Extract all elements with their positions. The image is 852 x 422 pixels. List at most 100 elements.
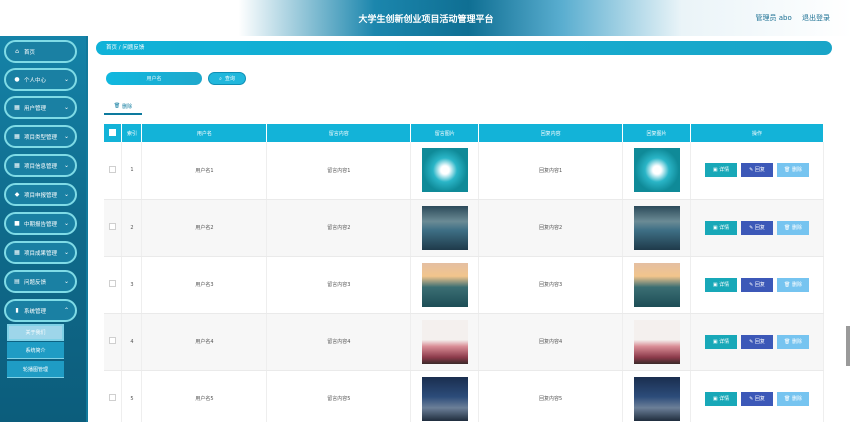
logout-link[interactable]: 退出登录 [802,14,830,22]
user-area: 管理员 abo 退出登录 [748,13,830,23]
row-checkbox[interactable] [109,280,117,287]
sidebar-subitem-about-us[interactable]: 关于我们 [7,324,64,341]
reply-button[interactable]: ✎ 回复 [741,334,774,349]
reply-button[interactable]: ✎ 回复 [741,391,774,406]
trash-icon: 🗑 [113,103,121,109]
reply-cell: 回复内容3 [478,256,624,314]
reply-cell: 回复内容4 [478,313,624,371]
content-cell: 留言内容1 [266,142,412,200]
select-all-cell [104,124,123,142]
column-header: 操作 [690,124,824,142]
sidebar-item-project-info[interactable]: ▦ 项目信息管理 ⌄ [4,154,77,177]
row-checkbox[interactable] [109,394,117,401]
column-header: 索引 [121,124,143,142]
detail-button-label: 详情 [719,338,730,345]
top-bar: 大学生创新创业项目活动管理平台 管理员 abo 退出登录 [0,0,852,36]
message-image [421,319,468,364]
sidebar-item-personal-center[interactable]: ● 个人中心 ⌄ [4,68,77,91]
sidebar-item-project-application[interactable]: ◆ 项目申报管理 ⌄ [4,183,77,206]
user-label: 管理员 abo [755,14,792,22]
row-checkbox[interactable] [109,337,117,344]
username-cell: 用户名4 [141,313,268,371]
reply-image [633,376,680,421]
index-cell: 1 [121,142,143,200]
reply-image [633,319,680,364]
search-input[interactable] [106,72,202,85]
sidebar-item-feedback[interactable]: ▤ 问题反馈 ⌄ [4,270,77,293]
sidebar: ⌂ 首页 ● 个人中心 ⌄ ▦ 用户管理 ⌄ ▦ 项目类型管理 ⌄ ▦ 项目信息… [0,36,86,422]
scrollbar[interactable] [846,326,850,366]
table-row: 4 用户名4 留言内容4 回复内容4 ▣ 详情 ✎ 回复 🗑 删除 [104,313,824,371]
reply-button-label: 回复 [754,395,765,402]
grid-icon: ▦ [14,132,20,140]
delete-button[interactable]: 🗑 删除 [777,277,810,292]
detail-button[interactable]: ▣ 详情 [705,391,738,406]
chevron-down-icon: ⌄ [63,162,69,169]
delete-button[interactable]: 🗑 删除 [777,391,810,406]
chevron-down-icon: ⌄ [63,104,69,111]
search-button-label: 查询 [224,76,235,82]
username-cell: 用户名5 [141,370,268,422]
reply-button[interactable]: ✎ 回复 [741,163,774,178]
chevron-down-icon: ⌄ [63,191,69,198]
column-header: 留言内容 [266,124,412,142]
sidebar-item-project-results[interactable]: ▦ 项目成果管理 ⌄ [4,241,77,264]
table-header-row: 索引 用户名 留言内容 留言图片 回复内容 回复图片 操作 [104,124,824,142]
sidebar-item-label: 中期报告管理 [24,221,58,228]
batch-delete-button[interactable]: 🗑 删除 [104,99,142,115]
home-icon: ⌂ [15,47,19,55]
delete-button-label: 删除 [791,281,802,288]
content-cell: 留言内容5 [266,370,412,422]
sidebar-subitem-label: 系统简介 [25,347,46,354]
username-cell: 用户名1 [141,142,268,200]
column-header: 回复内容 [478,124,624,142]
main-content: 首页 / 问题反馈 ⌕ 查询 🗑 删除 索引 用户名 留言内容 留言图片 回复内… [88,36,850,422]
username-cell: 用户名2 [141,199,268,257]
sidebar-item-project-type[interactable]: ▦ 项目类型管理 ⌄ [4,125,77,148]
delete-button-label: 删除 [791,224,802,231]
reply-button-label: 回复 [754,224,765,231]
sidebar-item-label: 项目成果管理 [24,250,58,257]
chevron-up-icon: ⌃ [63,307,69,314]
sidebar-item-label: 项目信息管理 [24,163,58,170]
select-all-checkbox[interactable] [109,128,117,136]
index-cell: 4 [121,313,143,371]
bar-chart-icon: ▮ [15,306,19,314]
message-image [421,376,468,421]
delete-button[interactable]: 🗑 删除 [777,163,810,178]
detail-button-label: 详情 [719,281,730,288]
detail-button-label: 详情 [719,167,730,174]
sidebar-subitem-system-intro[interactable]: 系统简介 [7,342,64,359]
message-image [421,262,468,307]
chevron-down-icon: ⌄ [63,278,69,285]
content-cell: 留言内容4 [266,313,412,371]
row-checkbox[interactable] [109,165,117,173]
delete-button[interactable]: 🗑 删除 [777,334,810,349]
table-row: 5 用户名5 留言内容5 回复内容5 ▣ 详情 ✎ 回复 🗑 删除 [104,370,824,422]
detail-button[interactable]: ▣ 详情 [705,220,738,235]
delete-button[interactable]: 🗑 删除 [777,220,810,235]
sidebar-item-home[interactable]: ⌂ 首页 [4,40,77,63]
detail-button[interactable]: ▣ 详情 [705,277,738,292]
grid-icon: ▦ [14,161,20,169]
reply-button-label: 回复 [754,338,765,345]
sidebar-item-label: 个人中心 [24,77,47,84]
reply-button[interactable]: ✎ 回复 [741,220,774,235]
batch-delete-label: 删除 [122,103,133,110]
reply-image [633,148,680,193]
user-icon: ● [14,75,20,83]
chevron-down-icon: ⌄ [63,133,69,140]
sidebar-subitem-label: 关于我们 [25,330,46,336]
sidebar-item-midterm-report[interactable]: ■ 中期报告管理 ⌄ [4,212,77,235]
table-row: 1 用户名1 留言内容1 回复内容1 ▣ 详情 ✎ 回复 🗑 删除 [104,142,824,200]
column-header: 留言图片 [410,124,480,142]
sidebar-item-system-management[interactable]: ▮ 系统管理 ⌃ [4,299,77,322]
detail-button[interactable]: ▣ 详情 [705,163,738,178]
sidebar-subitem-carousel-management[interactable]: 轮播图管理 [7,361,64,378]
row-checkbox[interactable] [109,223,117,230]
doc-icon: ▤ [14,277,20,285]
reply-button[interactable]: ✎ 回复 [741,277,774,292]
detail-button[interactable]: ▣ 详情 [705,334,738,349]
search-button[interactable]: ⌕ 查询 [208,72,246,85]
sidebar-item-user-management[interactable]: ▦ 用户管理 ⌄ [4,96,77,119]
